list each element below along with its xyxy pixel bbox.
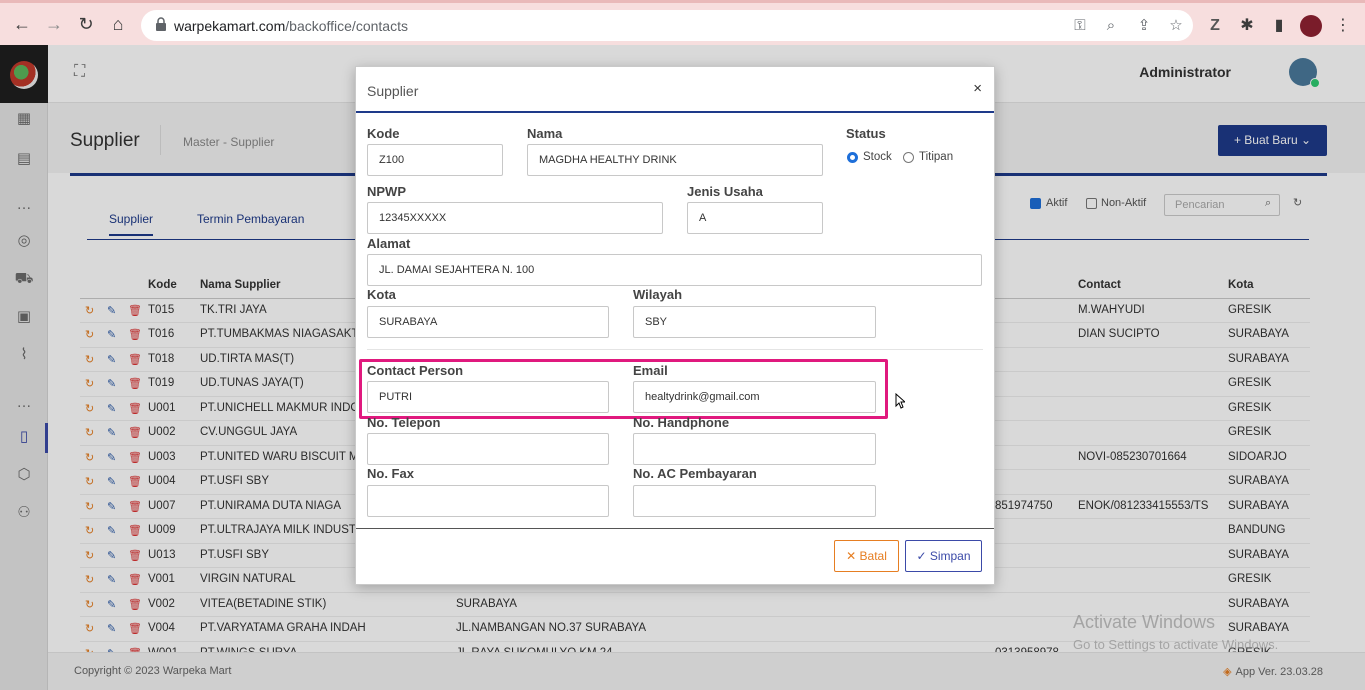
- zoom-icon[interactable]: ⌕: [1101, 16, 1121, 36]
- save-button[interactable]: ✓ Simpan: [905, 540, 982, 572]
- jenis-usaha-input[interactable]: A: [687, 202, 823, 234]
- home-icon[interactable]: ⌂: [106, 12, 130, 36]
- modal-header: Supplier ×: [356, 67, 994, 113]
- modal-footer-divider: [356, 528, 994, 529]
- back-icon[interactable]: ←: [10, 12, 34, 36]
- mouse-cursor-icon: [895, 393, 905, 409]
- no-telepon-label: No. Telepon: [367, 415, 441, 430]
- status-stock-radio[interactable]: [847, 152, 858, 163]
- close-icon[interactable]: ×: [973, 80, 982, 97]
- status-titipan-label: Titipan: [919, 151, 954, 163]
- puzzle-extensions-icon[interactable]: ✱: [1236, 15, 1258, 37]
- jenis-usaha-label: Jenis Usaha: [687, 184, 763, 199]
- no-fax-label: No. Fax: [367, 466, 414, 481]
- url-text: warpekamart.com/backoffice/contacts: [174, 18, 408, 34]
- wilayah-input[interactable]: SBY: [633, 306, 876, 338]
- kode-input[interactable]: Z100: [367, 144, 503, 176]
- section-divider: [367, 349, 983, 350]
- highlight-box: [359, 359, 888, 419]
- browser-toolbar: ← → ↻ ⌂ warpekamart.com/backoffice/conta…: [0, 0, 1365, 45]
- nama-input[interactable]: MAGDHA HEALTHY DRINK: [527, 144, 823, 176]
- key-icon[interactable]: ⚿: [1070, 16, 1090, 36]
- status-label: Status: [846, 126, 886, 141]
- no-telepon-input[interactable]: [367, 433, 609, 465]
- status-stock-label: Stock: [863, 151, 892, 163]
- z-extension-icon[interactable]: Z: [1204, 15, 1226, 37]
- no-ac-pembayaran-input[interactable]: [633, 485, 876, 517]
- menu-kebab-icon[interactable]: ⋮: [1332, 15, 1354, 37]
- forward-icon[interactable]: →: [42, 12, 66, 36]
- bookmark-star-icon[interactable]: ☆: [1166, 16, 1186, 36]
- reload-icon[interactable]: ↻: [74, 12, 98, 36]
- share-icon[interactable]: ⇪: [1134, 16, 1154, 36]
- no-handphone-label: No. Handphone: [633, 415, 730, 430]
- supplier-modal: Supplier × Kode Z100 Nama MAGDHA HEALTHY…: [355, 66, 995, 585]
- kota-input[interactable]: SURABAYA: [367, 306, 609, 338]
- windows-watermark-text: Go to Settings to activate Windows.: [1073, 637, 1279, 652]
- no-ac-pembayaran-label: No. AC Pembayaran: [633, 466, 757, 481]
- side-panel-icon[interactable]: ▮: [1268, 15, 1290, 37]
- nama-label: Nama: [527, 126, 563, 141]
- no-handphone-input[interactable]: [633, 433, 876, 465]
- kota-label: Kota: [367, 287, 396, 302]
- no-fax-input[interactable]: [367, 485, 609, 517]
- profile-avatar[interactable]: [1300, 15, 1322, 37]
- kode-label: Kode: [367, 126, 400, 141]
- npwp-label: NPWP: [367, 184, 406, 199]
- alamat-label: Alamat: [367, 236, 411, 251]
- wilayah-label: Wilayah: [633, 287, 683, 302]
- modal-title: Supplier: [367, 83, 419, 99]
- status-titipan-radio[interactable]: [903, 152, 914, 163]
- npwp-input[interactable]: 12345XXXXX: [367, 202, 663, 234]
- lock-icon: [156, 17, 166, 31]
- cancel-button[interactable]: ✕ Batal: [834, 540, 899, 572]
- alamat-input[interactable]: JL. DAMAI SEJAHTERA N. 100: [367, 254, 982, 286]
- windows-watermark-title: Activate Windows: [1073, 612, 1216, 632]
- address-bar[interactable]: warpekamart.com/backoffice/contacts ⚿ ⌕ …: [141, 10, 1193, 41]
